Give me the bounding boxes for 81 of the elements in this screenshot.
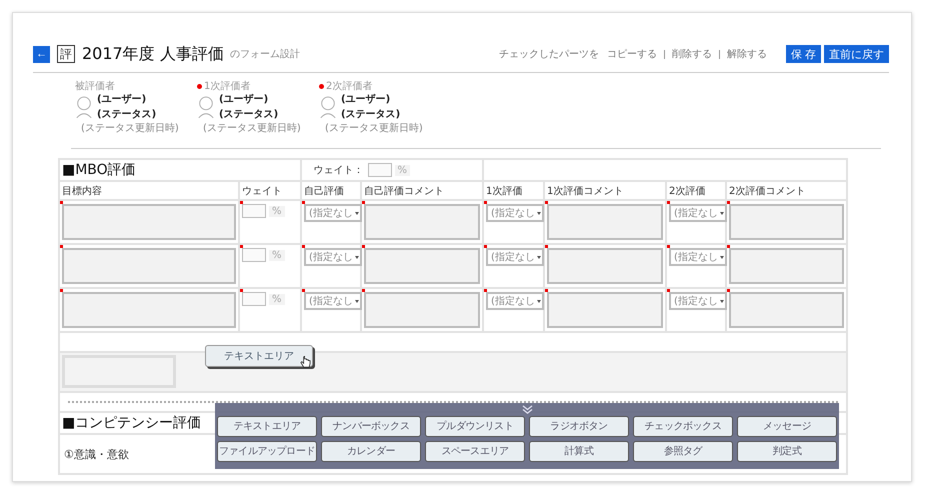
weight-field[interactable] xyxy=(242,248,266,262)
evaluator-status: (ステータス) xyxy=(341,108,400,122)
column-header: 2次評価 xyxy=(669,186,706,196)
percent-label: % xyxy=(269,294,285,304)
action-link[interactable]: 解除する xyxy=(726,47,767,61)
rating-select[interactable]: (指定なし xyxy=(486,204,544,222)
rating-select[interactable]: (指定なし xyxy=(304,204,362,222)
evaluator-user: (ユーザー) xyxy=(219,92,270,107)
evaluator-status: (ステータス) xyxy=(97,108,156,122)
column-header: ウェイト xyxy=(242,186,282,196)
percent-label: % xyxy=(394,164,410,176)
evaluator-user: (ユーザー) xyxy=(97,92,148,107)
competency-item: ①意識・意欲 xyxy=(64,448,129,460)
palette-button[interactable]: 参照タグ xyxy=(633,441,733,462)
back-button[interactable]: ← xyxy=(33,46,50,62)
hand-cursor-icon xyxy=(300,356,311,369)
avatar-icon xyxy=(75,95,93,119)
column-header: 目標内容 xyxy=(62,186,102,196)
rating-select[interactable]: (指定なし xyxy=(486,248,544,266)
palette-button[interactable]: チェックボックス xyxy=(633,416,733,437)
palette-button[interactable]: ナンバーボックス xyxy=(321,416,421,437)
percent-label: % xyxy=(269,206,285,216)
form-icon: 評 xyxy=(57,45,75,63)
evaluator-role: 2次評価者 xyxy=(326,80,372,93)
action-link[interactable]: コピーする xyxy=(606,47,657,61)
avatar-icon xyxy=(319,95,337,119)
comment-textarea[interactable] xyxy=(364,248,480,284)
palette-button[interactable]: スペースエリア xyxy=(425,441,525,462)
palette-button[interactable]: カレンダー xyxy=(321,441,421,462)
rating-select[interactable]: (指定なし xyxy=(669,204,728,222)
weight-label: ウェイト： xyxy=(314,164,364,177)
status-updated: (ステータス更新日時) xyxy=(325,122,423,136)
palette-button[interactable]: ファイルアップロード xyxy=(217,441,317,462)
column-header: 自己評価コメント xyxy=(364,186,444,196)
comment-textarea[interactable] xyxy=(547,292,664,328)
section-title: ■コンピテンシー評価 xyxy=(62,415,202,431)
toolbar-button[interactable]: 保 存 xyxy=(786,45,821,63)
palette-button[interactable]: プルダウンリスト xyxy=(425,416,525,437)
comment-textarea[interactable] xyxy=(547,204,664,240)
evaluator-role: 被評価者 xyxy=(75,80,115,93)
collapse-chevron-icon[interactable] xyxy=(522,405,532,414)
column-header: 2次評価コメント xyxy=(729,186,806,196)
comment-textarea[interactable] xyxy=(547,248,664,284)
actions-label: チェックしたパーツを xyxy=(498,48,599,61)
section-title: ■MBO評価 xyxy=(62,162,136,178)
column-header: 1次評価コメント xyxy=(547,186,624,196)
evaluator-user: (ユーザー) xyxy=(341,92,392,107)
palette-button[interactable]: ラジオボタン xyxy=(529,416,629,437)
status-updated: (ステータス更新日時) xyxy=(203,122,301,136)
rating-select[interactable]: (指定なし xyxy=(669,292,728,310)
percent-label: % xyxy=(269,250,285,260)
comment-textarea[interactable] xyxy=(364,204,480,240)
weight-field[interactable] xyxy=(242,292,266,306)
palette-button[interactable]: テキストエリア xyxy=(217,416,317,437)
palette-button[interactable]: 判定式 xyxy=(737,441,837,462)
dragged-part[interactable]: テキストエリア xyxy=(205,345,313,367)
goal-textarea[interactable] xyxy=(62,292,236,328)
status-updated: (ステータス更新日時) xyxy=(81,122,179,136)
comment-textarea[interactable] xyxy=(729,292,844,328)
rating-select[interactable]: (指定なし xyxy=(304,292,362,310)
goal-textarea[interactable] xyxy=(62,204,236,240)
rating-select[interactable]: (指定なし xyxy=(669,248,728,266)
evaluator-status: (ステータス) xyxy=(219,108,278,122)
column-header: 自己評価 xyxy=(304,186,344,196)
palette-button[interactable]: 計算式 xyxy=(529,441,629,462)
page-title: 2017年度 人事評価 xyxy=(82,44,224,64)
comment-textarea[interactable] xyxy=(364,292,480,328)
weight-field[interactable] xyxy=(242,204,266,218)
goal-textarea[interactable] xyxy=(62,248,236,284)
column-header: 1次評価 xyxy=(486,186,522,196)
rating-select[interactable]: (指定なし xyxy=(486,292,544,310)
rating-select[interactable]: (指定なし xyxy=(304,248,362,266)
comment-textarea[interactable] xyxy=(729,248,844,284)
evaluator-role: 1次評価者 xyxy=(204,80,250,93)
action-link[interactable]: 削除する xyxy=(672,47,712,61)
page-subtitle: のフォーム設計 xyxy=(230,48,300,61)
palette-button[interactable]: メッセージ xyxy=(737,416,837,437)
avatar-icon xyxy=(197,95,215,119)
comment-textarea[interactable] xyxy=(729,204,844,240)
toolbar-button[interactable]: 直前に戻す xyxy=(824,45,889,63)
weight-field[interactable] xyxy=(368,163,392,177)
